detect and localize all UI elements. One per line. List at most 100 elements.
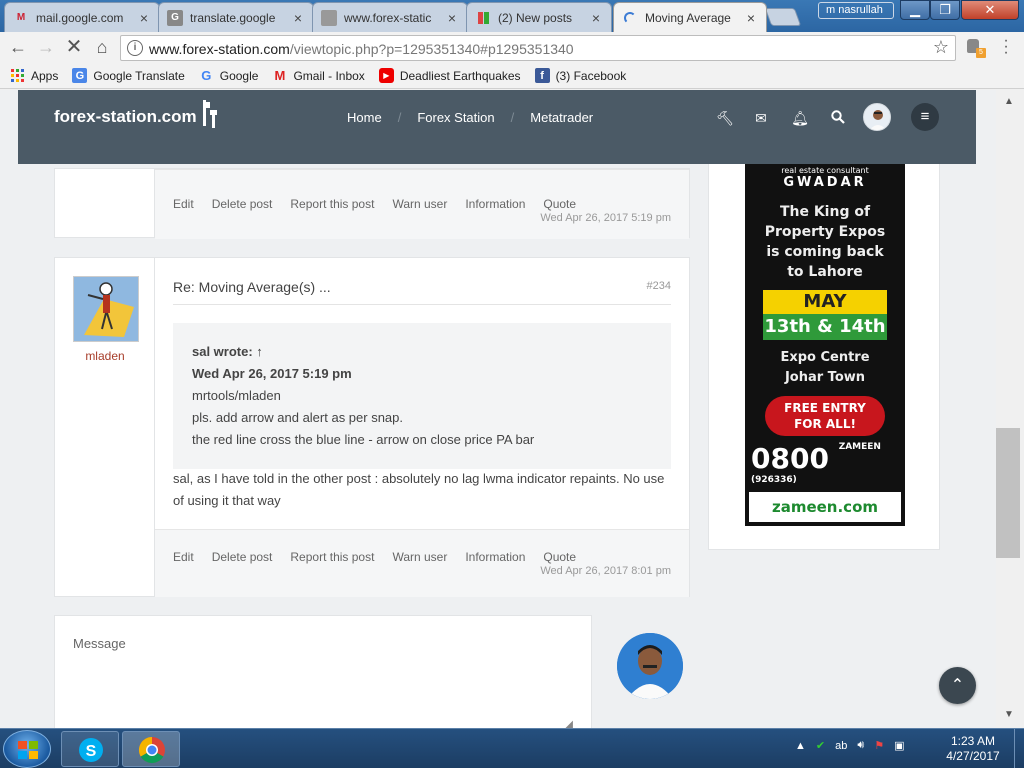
new-tab-button[interactable] [764, 8, 802, 26]
post-title[interactable]: Re: Moving Average(s) ... [173, 279, 331, 295]
show-hidden-icons[interactable]: ▲ [795, 740, 806, 752]
maximize-button[interactable]: ❐ [930, 0, 960, 20]
scroll-up-arrow-icon[interactable]: ▲ [1004, 96, 1014, 107]
close-tab-icon[interactable]: × [137, 10, 151, 26]
stop-loading-icon[interactable]: ✕ [62, 36, 86, 58]
chrome-menu-icon[interactable]: · · · [998, 33, 1014, 61]
tab-translate[interactable]: G translate.google × [158, 2, 314, 32]
message-input[interactable] [73, 636, 573, 722]
advertisement[interactable]: real estate consultant GWADAR The King o… [745, 164, 905, 526]
browser-toolbar: ← → ✕ ⌂ i www.forex-station.com/viewtopi… [0, 32, 1024, 63]
quote-author[interactable]: sal wrote: ↑ [192, 341, 653, 363]
nav-forex-station[interactable]: Forex Station [417, 110, 494, 125]
tab-moving-average[interactable]: Moving Average × [613, 2, 767, 32]
taskbar-chrome[interactable] [122, 731, 180, 767]
ad-text: to Lahore [787, 264, 863, 280]
edit-link[interactable]: Edit [173, 197, 194, 211]
bookmark-star-icon[interactable]: ☆ [933, 37, 949, 58]
taskbar-clock[interactable]: 1:23 AM 4/27/2017 [935, 734, 1011, 764]
close-tab-icon[interactable]: × [744, 10, 758, 26]
hamburger-menu-icon[interactable]: ≡ [911, 103, 939, 131]
windows-taskbar: S ▲ ✔ ab 🔊︎ ⚑ ▣ 1:23 AM 4/27/2017 [0, 728, 1024, 768]
report-post-link[interactable]: Report this post [290, 197, 374, 211]
nav-home[interactable]: Home [347, 110, 382, 125]
tab-forex-station[interactable]: www.forex-static × [312, 2, 468, 32]
bookmark-label: Apps [31, 68, 59, 83]
profile-button[interactable]: m nasrullah [818, 2, 894, 19]
bookmark-facebook[interactable]: f (3) Facebook [534, 68, 626, 83]
gavel-icon[interactable]: 🔨︎ [716, 110, 734, 127]
show-desktop-button[interactable] [1014, 729, 1024, 768]
author-name[interactable]: mladen [55, 349, 155, 363]
user-avatar[interactable] [863, 103, 891, 131]
google-icon: G [201, 68, 212, 83]
google-translate-icon: G [72, 68, 88, 83]
close-tab-icon[interactable]: × [445, 10, 459, 26]
post-actions: Edit Delete post Report this post Warn u… [155, 529, 689, 597]
tab-gmail[interactable]: M mail.google.com × [4, 2, 160, 32]
extension-icon[interactable]: 5 [966, 38, 986, 58]
search-icon[interactable] [829, 110, 847, 127]
scroll-to-top-button[interactable]: ⌃ [939, 667, 976, 704]
taskbar-skype[interactable]: S [61, 731, 119, 767]
url-text[interactable]: www.forex-station.com/viewtopic.php?p=12… [149, 41, 574, 57]
page-viewport: forex-station.com Home / Forex Station /… [0, 90, 996, 728]
volume-icon[interactable]: 🔊︎ [857, 739, 864, 752]
site-logo[interactable]: forex-station.com [54, 107, 197, 127]
quote-link[interactable]: Quote [543, 197, 576, 211]
report-post-link[interactable]: Report this post [290, 550, 374, 564]
quick-reply-panel: ◢ [54, 615, 592, 728]
nav-metatrader[interactable]: Metatrader [530, 110, 593, 125]
scrollbar-thumb[interactable] [996, 428, 1020, 558]
url-host: www.forex-station.com [149, 41, 290, 57]
scroll-down-arrow-icon[interactable]: ▼ [1004, 709, 1014, 720]
logo-mark-icon [201, 100, 217, 128]
post-date: Wed Apr 26, 2017 8:01 pm [540, 565, 671, 577]
close-tab-icon[interactable]: × [291, 10, 305, 26]
page-scrollbar[interactable]: ▲ ▼ [996, 90, 1024, 728]
bookmark-apps[interactable]: Apps [10, 68, 58, 83]
author-avatar[interactable] [73, 276, 139, 342]
minimize-button[interactable]: ▁ [900, 0, 930, 20]
post-sidebar: mladen [55, 258, 155, 596]
info-icon[interactable]: i [127, 40, 143, 56]
page-icon [321, 9, 337, 26]
divider [173, 304, 671, 305]
action-center-icon[interactable]: ⚑ [874, 739, 884, 752]
warn-user-link[interactable]: Warn user [392, 197, 447, 211]
network-icon[interactable]: ▣ [894, 739, 904, 752]
tab-new-posts[interactable]: (2) New posts × [466, 2, 612, 32]
post-action-links: Edit Delete post Report this post Warn u… [173, 197, 594, 211]
ad-text: FREE ENTRY [784, 401, 866, 415]
resize-grip-icon[interactable]: ◢ [565, 719, 573, 728]
sidebar-ad-panel: real estate consultant GWADAR The King o… [708, 164, 940, 550]
start-button[interactable] [3, 730, 51, 768]
delete-post-link[interactable]: Delete post [212, 550, 273, 564]
information-link[interactable]: Information [465, 197, 525, 211]
site-header: forex-station.com Home / Forex Station /… [18, 90, 976, 164]
home-icon[interactable]: ⌂ [90, 36, 114, 58]
forward-icon[interactable]: → [34, 36, 58, 58]
close-window-button[interactable]: ✕ [961, 0, 1019, 20]
delete-post-link[interactable]: Delete post [212, 197, 273, 211]
edit-link[interactable]: Edit [173, 550, 194, 564]
address-bar[interactable]: i www.forex-station.com/viewtopic.php?p=… [120, 35, 956, 61]
back-icon[interactable]: ← [6, 36, 30, 58]
nav-separator: / [510, 110, 515, 125]
post-number[interactable]: #234 [647, 280, 671, 292]
quote-link[interactable]: Quote [543, 550, 576, 564]
close-tab-icon[interactable]: × [589, 10, 603, 26]
envelope-icon[interactable]: ✉ [752, 110, 770, 127]
bookmark-youtube[interactable]: ▶ Deadliest Earthquakes [378, 68, 521, 83]
bell-icon[interactable]: 🔔︎ [791, 110, 809, 127]
main-nav: Home / Forex Station / Metatrader [347, 110, 593, 125]
information-link[interactable]: Information [465, 550, 525, 564]
language-icon[interactable]: ab [835, 740, 847, 752]
bookmark-gmail[interactable]: M Gmail - Inbox [272, 68, 365, 83]
nav-separator: / [397, 110, 402, 125]
forum-icon [475, 10, 491, 26]
bookmark-google[interactable]: G Google [199, 68, 258, 83]
bookmark-google-translate[interactable]: G Google Translate [72, 68, 185, 83]
warn-user-link[interactable]: Warn user [392, 550, 447, 564]
network-status-icon[interactable]: ✔ [816, 739, 825, 752]
